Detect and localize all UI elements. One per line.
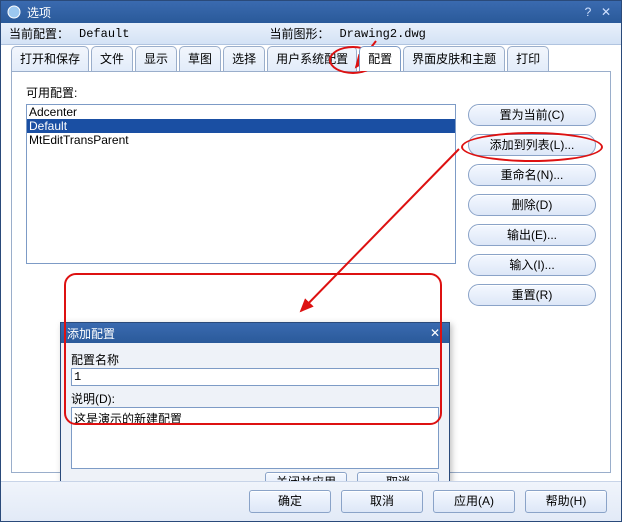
list-item[interactable]: MtEditTransParent [27,133,455,147]
tab-selection[interactable]: 选择 [223,46,265,71]
current-drawing-value: Drawing2.dwg [339,27,425,41]
import-button[interactable]: 输入(I)... [468,254,596,276]
tab-skin-theme[interactable]: 界面皮肤和主题 [403,46,505,71]
add-to-list-button[interactable]: 添加到列表(L)... [468,134,596,156]
current-config-value: Default [79,27,129,41]
tab-drafting[interactable]: 草图 [179,46,221,71]
tab-panel: 可用配置: Adcenter Default MtEditTransParent… [11,71,611,473]
list-item[interactable]: Adcenter [27,105,455,119]
set-current-button[interactable]: 置为当前(C) [468,104,596,126]
tab-bar: 打开和保存 文件 显示 草图 选择 用户系统配置 配置 界面皮肤和主题 打印 [1,45,621,71]
profile-name-input[interactable] [71,368,439,386]
tab-open-save[interactable]: 打开和保存 [11,46,89,71]
app-icon [7,5,21,19]
tab-files[interactable]: 文件 [91,46,133,71]
titlebar: 选项 ? ✕ [1,1,621,23]
profile-name-label: 配置名称 [71,351,439,368]
dialog-footer: 确定 取消 应用(A) 帮助(H) [1,481,621,521]
profile-desc-label: 说明(D): [71,390,439,407]
reset-button[interactable]: 重置(R) [468,284,596,306]
tab-print[interactable]: 打印 [507,46,549,71]
available-profiles-label: 可用配置: [26,84,596,101]
tab-display[interactable]: 显示 [135,46,177,71]
rename-button[interactable]: 重命名(N)... [468,164,596,186]
list-item[interactable]: Default [27,119,455,133]
delete-button[interactable]: 删除(D) [468,194,596,216]
options-dialog: 选项 ? ✕ 当前配置： Default 当前图形： Drawing2.dwg … [0,0,622,522]
close-icon[interactable]: ✕ [597,5,615,19]
profile-desc-input[interactable] [71,407,439,469]
current-drawing-label: 当前图形： [269,25,329,42]
modal-close-icon[interactable]: ✕ [427,326,443,340]
tab-profiles[interactable]: 配置 [359,46,401,71]
help-button[interactable]: 帮助(H) [525,490,607,513]
window-title: 选项 [27,4,579,21]
ok-button[interactable]: 确定 [249,490,331,513]
tab-user-prefs[interactable]: 用户系统配置 [267,46,357,71]
export-button[interactable]: 输出(E)... [468,224,596,246]
add-profile-dialog: 添加配置 ✕ 配置名称 说明(D): 关闭并应用 取消 [60,322,450,502]
current-config-label: 当前配置： [9,25,69,42]
modal-titlebar: 添加配置 ✕ [61,323,449,343]
profile-buttons: 置为当前(C) 添加到列表(L)... 重命名(N)... 删除(D) 输出(E… [468,104,596,306]
cancel-button[interactable]: 取消 [341,490,423,513]
help-icon[interactable]: ? [579,5,597,19]
apply-button[interactable]: 应用(A) [433,490,515,513]
modal-title: 添加配置 [67,325,427,342]
profiles-listbox[interactable]: Adcenter Default MtEditTransParent [26,104,456,264]
context-row: 当前配置： Default 当前图形： Drawing2.dwg [1,23,621,45]
